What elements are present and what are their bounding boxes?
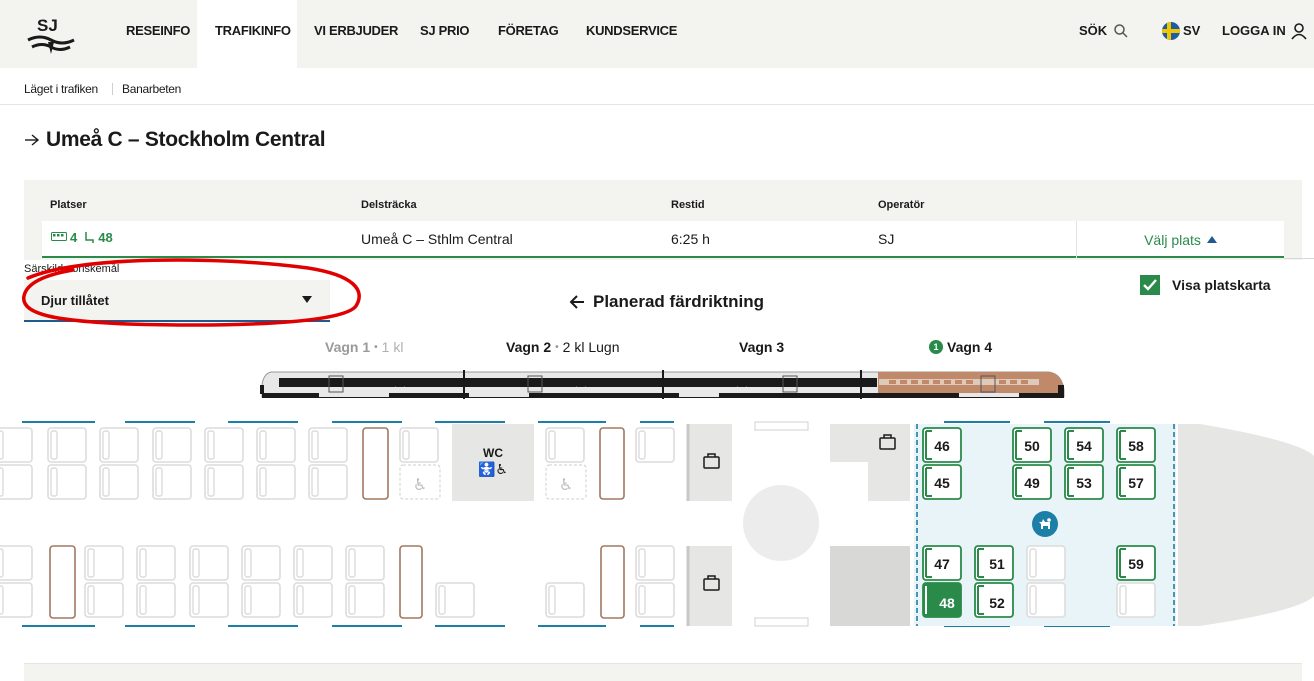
- seat-58[interactable]: 58: [1128, 438, 1144, 454]
- user-icon: [1291, 23, 1307, 40]
- trip-row: 4 48 Umeå C – Sthlm Central 6:25 h SJ Vä…: [42, 221, 1284, 258]
- seat-map[interactable]: ♿ ♿ WC 🚼♿ 46 45 50 49 54 53 58 57 47 48 51 52 59: [0, 416, 1314, 631]
- selected-count-badge: 1: [929, 340, 943, 354]
- sj-logo[interactable]: SJ: [26, 14, 76, 56]
- svg-text:♿: ♿: [413, 475, 427, 494]
- login-button[interactable]: LOGGA IN: [1222, 0, 1308, 62]
- svg-text:♿: ♿: [559, 475, 573, 494]
- top-navigation: SJ RESEINFO TRAFIKINFO VI ERBJUDER SJ PR…: [0, 0, 1314, 68]
- wagon-1-dot: •: [374, 341, 378, 353]
- seat-54[interactable]: 54: [1076, 438, 1092, 454]
- wagon-2-class: 2 kl Lugn: [562, 339, 620, 355]
- duration-value: 6:25 h: [671, 231, 710, 247]
- header-segment: Delsträcka: [361, 199, 417, 211]
- subnav-divider: [112, 83, 113, 95]
- subnav-traffic-status[interactable]: Läget i trafiken: [24, 82, 98, 96]
- wagon-2-name: Vagn 2: [506, 339, 552, 355]
- wagon-1-name: Vagn 1: [325, 339, 371, 355]
- seat-summary: 4 48: [51, 230, 113, 245]
- seat-45[interactable]: 45: [934, 475, 950, 491]
- wc-label: WC: [483, 446, 503, 460]
- wagon-3-name: Vagn 3: [739, 339, 785, 355]
- search-button[interactable]: SÖK: [1079, 0, 1129, 62]
- login-label: LOGGA IN: [1222, 23, 1286, 38]
- caret-down-icon: [302, 296, 312, 303]
- wagon-tab-4[interactable]: 1 Vagn 4: [929, 339, 992, 355]
- seat-57[interactable]: 57: [1128, 475, 1144, 491]
- seat-48[interactable]: 48: [939, 595, 955, 611]
- show-seat-map-label: Visa platskarta: [1172, 277, 1271, 293]
- special-requests-value: Djur tillåtet: [41, 293, 109, 308]
- seat-47[interactable]: 47: [934, 556, 950, 572]
- seat-51[interactable]: 51: [989, 556, 1005, 572]
- wagon-tab-2[interactable]: Vagn 2 • 2 kl Lugn: [506, 339, 619, 355]
- pet-allowed-icon: [1032, 511, 1058, 537]
- route-title: Umeå C – Stockholm Central: [46, 128, 326, 151]
- direction-label: Planerad färdriktning: [593, 292, 764, 311]
- special-requests-label: Särskilda önskemål: [24, 263, 120, 275]
- trip-table: Platser Delsträcka Restid Operatör 4 48 …: [24, 180, 1302, 260]
- operator-value: SJ: [878, 231, 895, 247]
- car-number: 4: [70, 230, 78, 245]
- nav-trafikinfo[interactable]: TRAFIKINFO: [197, 0, 297, 68]
- seat-number: 48: [98, 230, 113, 245]
- nav-foretag[interactable]: FÖRETAG: [498, 0, 559, 68]
- nav-vi-erbjuder[interactable]: VI ERBJUDER: [314, 0, 398, 68]
- nav-sj-prio[interactable]: SJ PRIO: [420, 0, 470, 68]
- trip-divider: [1284, 258, 1314, 259]
- swedish-flag-icon: [1162, 22, 1180, 40]
- bottom-section: [24, 663, 1302, 681]
- svg-text:SJ: SJ: [37, 16, 58, 35]
- arrow-left-icon: [569, 295, 584, 309]
- train-overview[interactable]: [259, 368, 1065, 402]
- search-icon: [1114, 24, 1128, 38]
- arrow-right-icon: [25, 134, 40, 146]
- language-label: SV: [1183, 23, 1201, 38]
- seat-59[interactable]: 59: [1128, 556, 1144, 572]
- seat-49[interactable]: 49: [1024, 475, 1040, 491]
- choose-seat-label: Välj plats: [1144, 231, 1201, 248]
- sub-navigation: Läget i trafiken Banarbeten: [0, 68, 1314, 105]
- checkbox-checked-icon[interactable]: [1140, 275, 1160, 295]
- wagon-tab-1[interactable]: Vagn 1 • 1 kl: [325, 339, 403, 355]
- wagon-tab-3[interactable]: Vagn 3: [739, 339, 784, 355]
- nav-reseinfo[interactable]: RESEINFO: [126, 0, 190, 68]
- seat-50[interactable]: 50: [1024, 438, 1040, 454]
- wagon-1-class: 1 kl: [381, 339, 404, 355]
- header-duration: Restid: [671, 199, 705, 211]
- seat-53[interactable]: 53: [1076, 475, 1092, 491]
- wagon-4-name: Vagn 4: [947, 339, 993, 355]
- train-car-icon: [51, 232, 67, 241]
- header-seats: Platser: [50, 199, 87, 211]
- segment-value: Umeå C – Sthlm Central: [361, 231, 513, 247]
- nav-kundservice[interactable]: KUNDSERVICE: [586, 0, 677, 68]
- search-label: SÖK: [1079, 23, 1108, 38]
- language-selector[interactable]: SV: [1162, 0, 1200, 62]
- wagon-2-dot: •: [555, 341, 559, 353]
- seat-46[interactable]: 46: [934, 438, 950, 454]
- seat-52[interactable]: 52: [989, 595, 1005, 611]
- seat-icon: [85, 232, 94, 243]
- show-seat-map-toggle[interactable]: Visa platskarta: [1140, 275, 1271, 295]
- header-operator: Operatör: [878, 199, 925, 211]
- special-requests-select[interactable]: Djur tillåtet: [24, 280, 330, 322]
- travel-direction: Planerad färdriktning: [569, 292, 764, 312]
- chevron-up-icon: [1206, 236, 1217, 243]
- page-title: Umeå C – Stockholm Central: [24, 128, 326, 152]
- choose-seat-button[interactable]: Välj plats: [1076, 221, 1284, 258]
- svg-text:🚼♿: 🚼♿: [478, 461, 508, 478]
- subnav-track-work[interactable]: Banarbeten: [122, 82, 181, 96]
